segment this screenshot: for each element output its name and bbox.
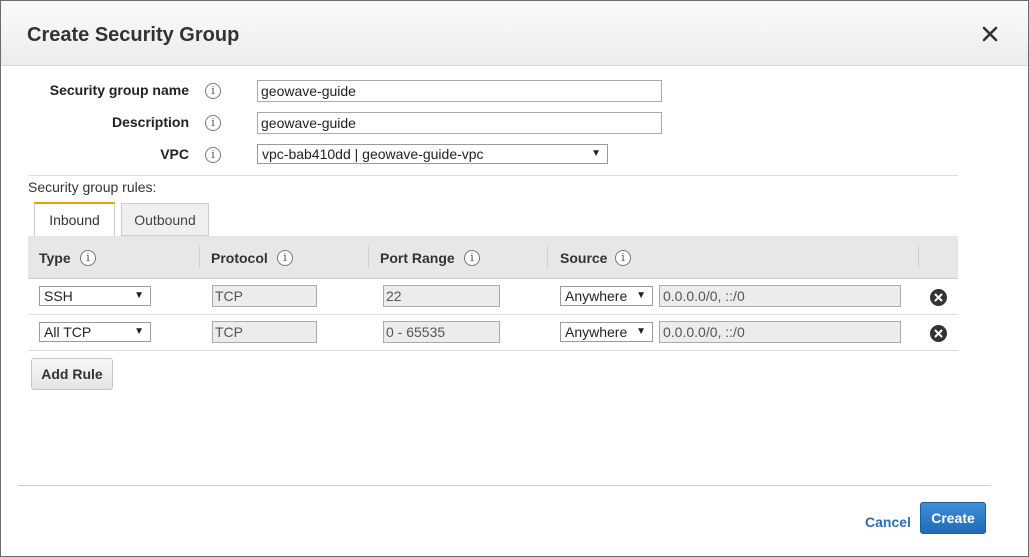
- name-label: Security group name: [49, 82, 189, 98]
- add-rule-button[interactable]: Add Rule: [31, 358, 113, 390]
- vpc-label: VPC: [160, 146, 189, 162]
- info-icon[interactable]: i: [205, 147, 221, 163]
- source-select[interactable]: Anywhere ▼: [560, 286, 653, 306]
- column-header-source: Source: [560, 250, 608, 266]
- info-icon[interactable]: i: [277, 250, 293, 266]
- create-security-group-dialog: Create Security Group Security group nam…: [0, 0, 1029, 557]
- vpc-select-value: vpc-bab410dd | geowave-guide-vpc: [262, 146, 484, 162]
- row-divider: [28, 314, 958, 315]
- dropdown-arrow-icon: ▼: [134, 326, 144, 337]
- description-input[interactable]: [257, 112, 662, 134]
- port-range-field: 0 - 65535: [383, 321, 500, 343]
- port-range-field: 22: [383, 285, 500, 307]
- info-icon[interactable]: i: [205, 115, 221, 131]
- tab-inbound[interactable]: Inbound: [34, 202, 115, 236]
- source-select[interactable]: Anywhere ▼: [560, 322, 653, 342]
- create-button[interactable]: Create: [920, 502, 986, 534]
- column-divider: [547, 246, 548, 268]
- type-select[interactable]: All TCP ▼: [39, 322, 151, 342]
- cancel-button[interactable]: Cancel: [865, 514, 911, 530]
- info-icon[interactable]: i: [615, 250, 631, 266]
- type-select[interactable]: SSH ▼: [39, 286, 151, 306]
- column-header-protocol: Protocol: [211, 250, 268, 266]
- dialog-title: Create Security Group: [27, 24, 240, 46]
- rules-table-header: Type i Protocol i Port Range i Source i: [28, 236, 958, 279]
- divider: [28, 175, 958, 176]
- column-divider: [199, 246, 200, 268]
- source-cidr-input[interactable]: [659, 285, 901, 307]
- type-select-value: All TCP: [44, 324, 92, 340]
- close-icon[interactable]: [979, 23, 1001, 45]
- footer-divider: [18, 485, 991, 486]
- source-cidr-input[interactable]: [659, 321, 901, 343]
- remove-rule-icon[interactable]: [930, 289, 947, 306]
- dropdown-arrow-icon: ▼: [636, 290, 646, 301]
- dropdown-arrow-icon: ▼: [591, 148, 601, 159]
- security-group-rules-label: Security group rules:: [28, 179, 157, 195]
- column-header-type: Type: [39, 250, 71, 266]
- info-icon[interactable]: i: [464, 250, 480, 266]
- column-header-port-range: Port Range: [380, 250, 455, 266]
- protocol-field: TCP: [212, 321, 317, 343]
- row-divider: [28, 350, 958, 351]
- column-divider: [368, 246, 369, 268]
- tab-outbound[interactable]: Outbound: [121, 203, 209, 236]
- source-select-value: Anywhere: [565, 288, 628, 304]
- dialog-header: Create Security Group: [1, 1, 1028, 66]
- type-select-value: SSH: [44, 288, 73, 304]
- column-divider: [918, 246, 919, 268]
- dropdown-arrow-icon: ▼: [636, 326, 646, 337]
- source-select-value: Anywhere: [565, 324, 628, 340]
- info-icon[interactable]: i: [80, 250, 96, 266]
- security-group-name-input[interactable]: [257, 80, 662, 102]
- dropdown-arrow-icon: ▼: [134, 290, 144, 301]
- description-label: Description: [111, 114, 189, 130]
- vpc-select[interactable]: vpc-bab410dd | geowave-guide-vpc ▼: [257, 144, 608, 164]
- protocol-field: TCP: [212, 285, 317, 307]
- remove-rule-icon[interactable]: [930, 325, 947, 342]
- info-icon[interactable]: i: [205, 83, 221, 99]
